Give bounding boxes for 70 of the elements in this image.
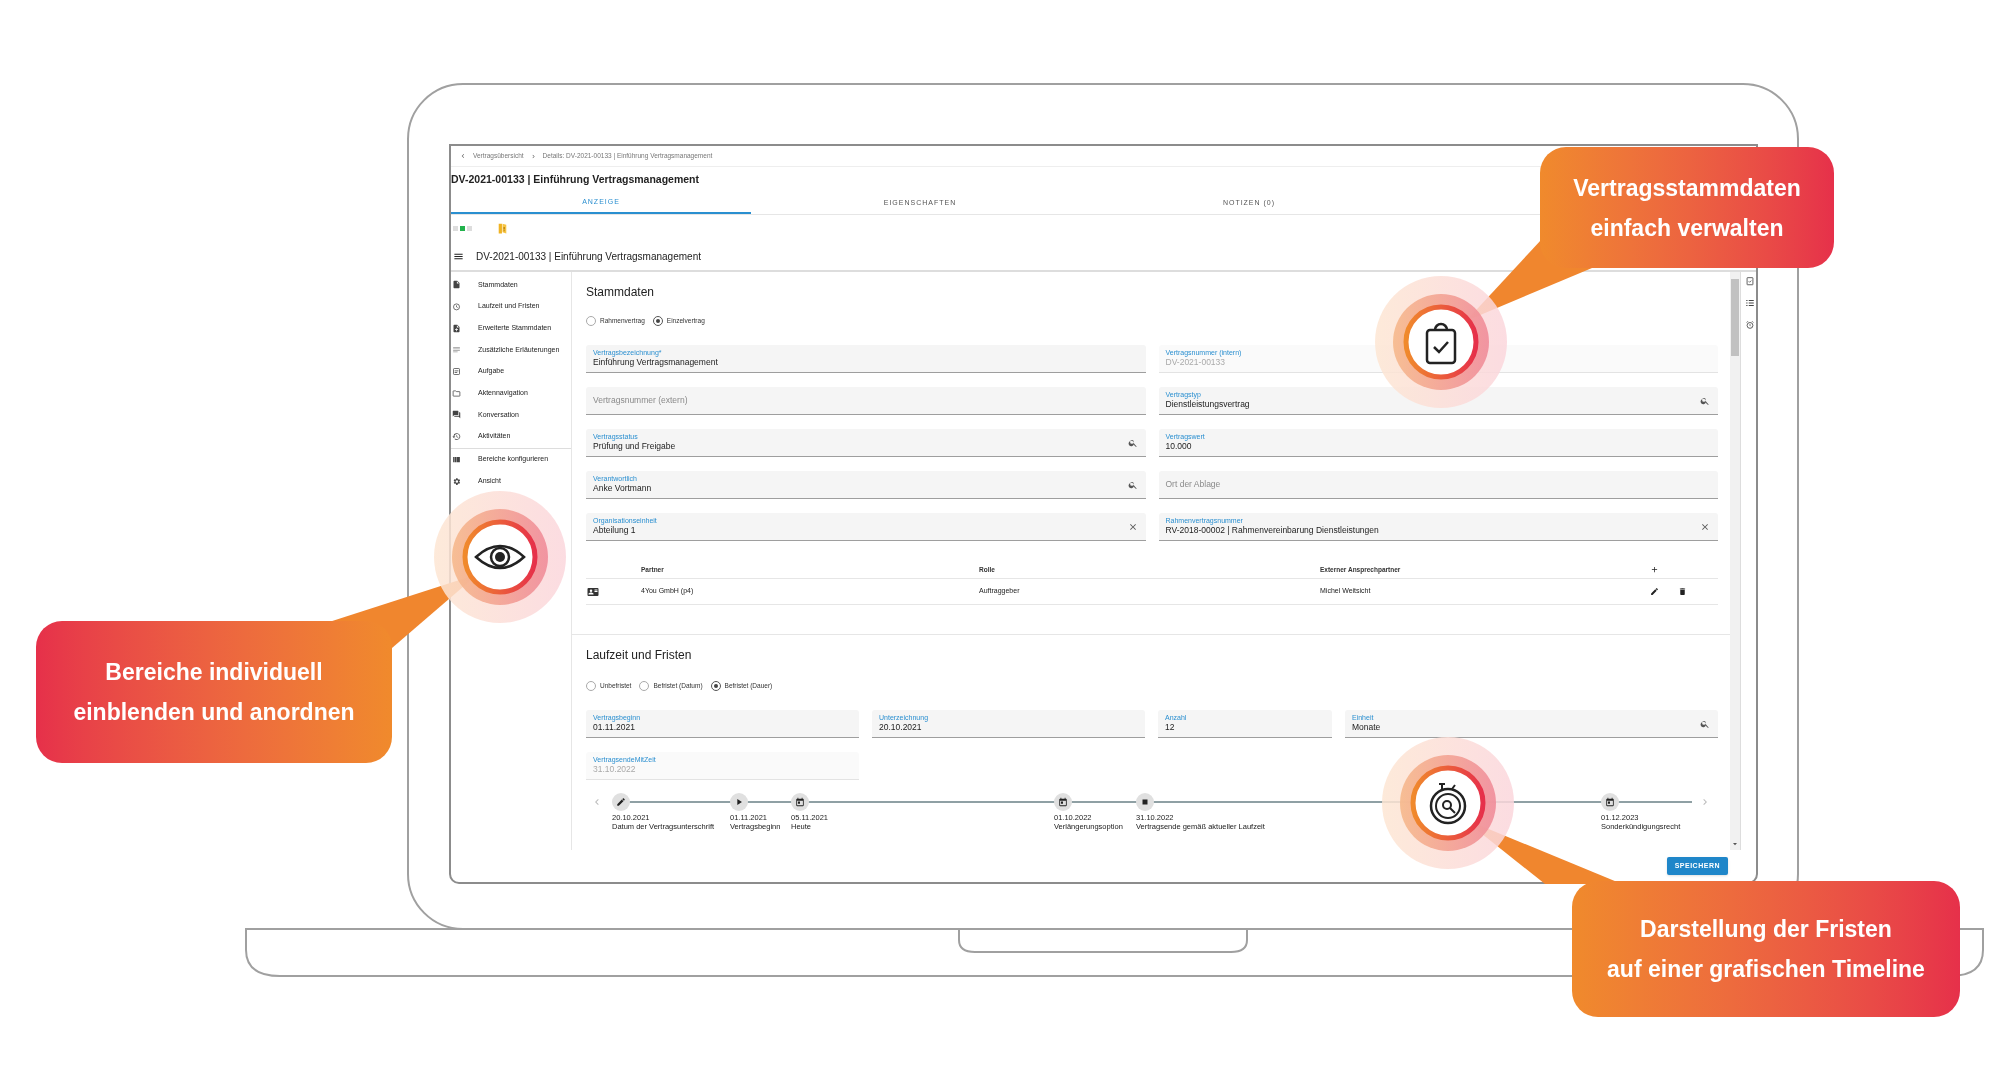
timeline-marker[interactable] (730, 793, 748, 811)
history-icon (452, 432, 461, 442)
edit-icon[interactable] (1650, 587, 1659, 596)
field-value: 12 (1165, 722, 1175, 733)
field-value: 31.10.2022 (593, 764, 636, 775)
callout-bubble: Bereiche individuell einblenden und anordnen (36, 621, 392, 763)
search-icon[interactable] (1127, 480, 1138, 490)
list-icon[interactable] (1744, 298, 1755, 308)
calendar-icon (1058, 797, 1068, 807)
callout-bubble: Darstellung der Fristen auf einer grafischen Timeline (1572, 881, 1960, 1017)
timeline-marker[interactable] (1054, 793, 1072, 811)
calendar-icon (1605, 797, 1615, 807)
contact-card-icon (587, 585, 599, 598)
toolbar-title: DV-2021-00133 | Einführung Vertragsmanagement (476, 249, 701, 264)
close-icon[interactable] (1127, 522, 1138, 532)
field-value: Abteilung 1 (593, 525, 636, 536)
back-icon[interactable] (459, 152, 467, 160)
delete-icon[interactable] (1678, 587, 1687, 596)
timeline-marker[interactable] (1136, 793, 1154, 811)
section-heading: Stammdaten (586, 284, 656, 300)
status-indicator-icon (453, 226, 472, 231)
field-value: 10.000 (1165, 441, 1192, 452)
document-icon (452, 280, 461, 290)
field-value: 20.10.2021 (879, 722, 922, 733)
callout-bubble: Vertragsstammdaten einfach verwalten (1540, 147, 1834, 268)
stop-icon (1140, 797, 1150, 807)
field-value: RV-2018-00002 | Rahmenvereinbarung Dienstleistungen (1165, 525, 1379, 536)
radio-button[interactable] (652, 316, 663, 326)
columns-icon (452, 454, 461, 464)
clipboard-icon[interactable] (1744, 276, 1755, 286)
section-heading: Laufzeit und Fristen (586, 647, 693, 663)
folder-icon (452, 388, 461, 398)
field-value: Anke Vortmann (593, 483, 652, 494)
clipboard-check-icon (1425, 322, 1457, 365)
scrollbar-thumb[interactable] (1731, 279, 1739, 356)
radio-button[interactable] (710, 681, 721, 691)
field-value: Monate (1352, 722, 1381, 733)
edit-icon (616, 797, 626, 807)
scrollbar[interactable] (1730, 272, 1740, 850)
note-icon (452, 367, 461, 377)
search-icon[interactable] (1700, 719, 1710, 729)
radio-button[interactable] (586, 681, 596, 691)
timeline-marker[interactable] (791, 793, 809, 811)
play-icon (734, 797, 744, 807)
scroll-down-icon[interactable] (1731, 840, 1739, 848)
field-placeholder: Vertragsnummer (extern) (593, 394, 688, 407)
search-icon[interactable] (1700, 396, 1710, 406)
settings-icon (452, 476, 461, 486)
field-value: DV-2021-00133 (1165, 357, 1226, 368)
alarm-icon[interactable] (1744, 320, 1755, 330)
timeline-marker[interactable] (1601, 793, 1619, 811)
page-title: DV-2021-00133 | Einführung Vertragsmanagement (451, 171, 700, 187)
document-icon (452, 323, 461, 333)
field-value: Dienstleistungsvertrag (1165, 399, 1250, 410)
radio-button[interactable] (586, 316, 596, 326)
text-lines-icon (452, 345, 461, 355)
field-value: Einführung Vertragsmanagement (593, 357, 718, 368)
field-value: Prüfung und Freigabe (593, 441, 676, 452)
add-icon[interactable] (1650, 565, 1659, 574)
stopwatch-icon (1429, 783, 1467, 825)
close-icon[interactable] (1700, 522, 1710, 532)
clock-icon (452, 302, 461, 312)
eye-icon (474, 544, 526, 570)
radio-button[interactable] (639, 681, 650, 691)
chat-icon (452, 410, 461, 420)
timeline-marker[interactable] (612, 793, 630, 811)
search-icon[interactable] (1127, 438, 1138, 448)
field-placeholder: Ort der Ablage (1165, 478, 1221, 491)
field-value: 01.11.2021 (593, 722, 635, 733)
calendar-icon (795, 797, 805, 807)
